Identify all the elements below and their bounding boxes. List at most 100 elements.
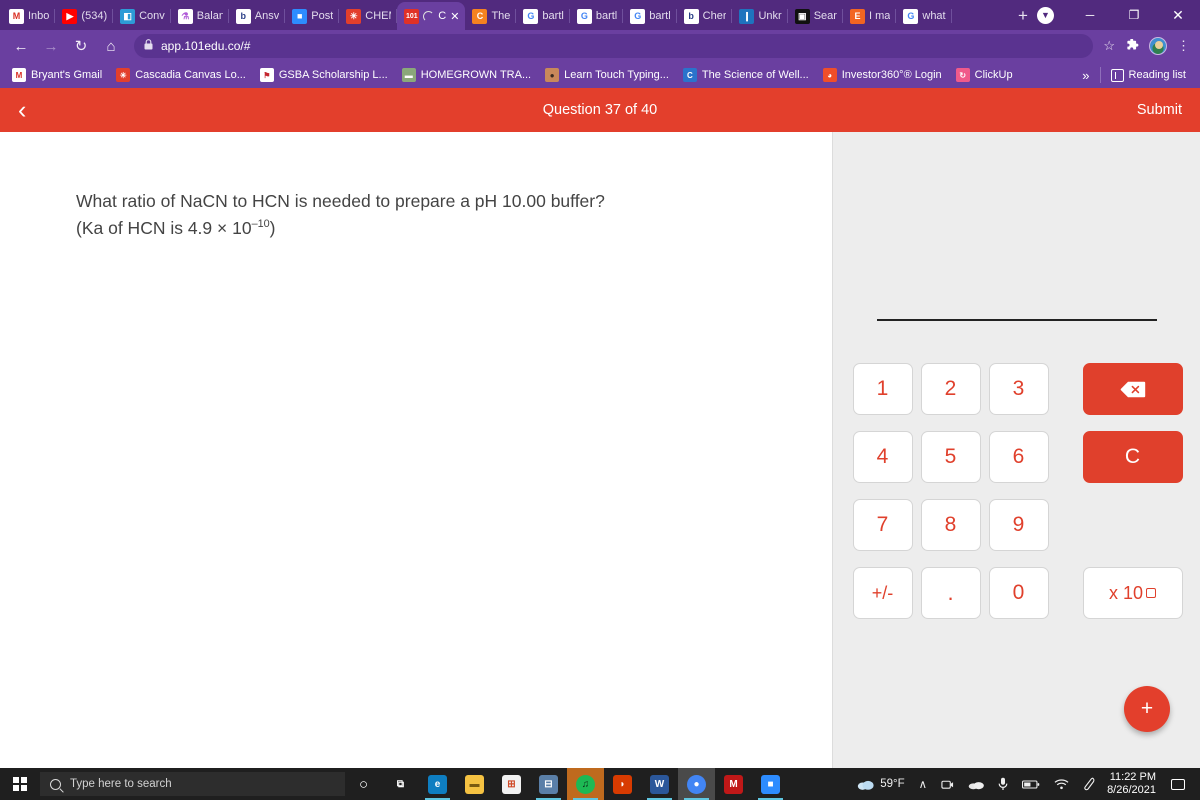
scientific-notation-button[interactable]: x 10	[1082, 567, 1183, 619]
new-tab-button[interactable]: +	[1009, 2, 1037, 30]
browser-tab[interactable]: Gbartl	[570, 2, 624, 30]
bookmark-item[interactable]: ◕ Investor360°® Login	[817, 66, 948, 84]
bookmark-item[interactable]: ▬ HOMEGROWN TRA...	[396, 66, 537, 84]
maximize-button[interactable]: ❐	[1112, 0, 1156, 30]
browser-tab[interactable]: Gbartl	[516, 2, 570, 30]
chrome-browser-window: MInbo▶(534)◧Conv⚗BalanbAnsv■Post✳CHEM101…	[0, 0, 1200, 768]
key-decimal[interactable]: .	[920, 567, 981, 619]
key-3[interactable]: 3	[988, 363, 1049, 415]
browser-tab[interactable]: ⚗ Balan	[171, 2, 229, 30]
clock-time: 11:22 PM	[1109, 770, 1156, 783]
bookmarks-overflow-button[interactable]: »	[1074, 66, 1097, 85]
bookmark-star-icon[interactable]: ☆	[1103, 38, 1115, 54]
add-floating-action-button[interactable]: +	[1124, 686, 1170, 732]
taskbar-app-chrome[interactable]: ●	[678, 768, 715, 800]
taskbar-clock[interactable]: 11:22 PM 8/26/2021	[1103, 771, 1164, 798]
chrome-menu-icon[interactable]: ⋮	[1177, 38, 1190, 54]
key-2[interactable]: 2	[920, 363, 981, 415]
profile-avatar[interactable]	[1149, 37, 1167, 55]
tab-title: C	[438, 10, 447, 22]
flask-icon: ⚗	[177, 8, 193, 24]
browser-tab-active[interactable]: 101 C ✕	[397, 2, 466, 30]
bookmark-item[interactable]: M Bryant's Gmail	[6, 66, 108, 84]
taskbar-app-edge[interactable]: e	[419, 768, 456, 800]
key-1[interactable]: 1	[852, 363, 913, 415]
browser-tab[interactable]: Gbartl	[623, 2, 677, 30]
pen-tray-icon[interactable]	[1076, 768, 1103, 800]
forward-icon[interactable]: →	[38, 33, 64, 59]
clickup-icon: ↻	[955, 68, 970, 82]
tab-title: I ma	[868, 10, 891, 22]
cortana-button[interactable]: ○	[345, 768, 382, 800]
taskbar-app-word[interactable]: W	[641, 768, 678, 800]
back-icon[interactable]: ←	[8, 33, 34, 59]
key-sign-toggle[interactable]: +/-	[852, 567, 913, 619]
browser-tab[interactable]: C The	[465, 2, 517, 30]
bookmark-item[interactable]: ⚑ GSBA Scholarship L...	[254, 66, 394, 84]
key-5[interactable]: 5	[920, 431, 981, 483]
reading-list-button[interactable]: Reading list	[1103, 67, 1194, 84]
microphone-tray-icon[interactable]	[991, 768, 1015, 800]
taskbar-app-mcafee[interactable]: M	[715, 768, 752, 800]
tab-title: Sear	[813, 10, 837, 22]
key-9[interactable]: 9	[988, 499, 1049, 551]
browser-tab[interactable]: ◧ Conv	[113, 2, 171, 30]
bookmark-item[interactable]: ↻ ClickUp	[950, 66, 1019, 84]
taskbar-app-spotify[interactable]: ♫	[567, 768, 604, 800]
key-6[interactable]: 6	[988, 431, 1049, 483]
numeric-keypad: 1 2 3 4 5 6 C 7 8 9 +/- . 0 x 10	[851, 363, 1183, 619]
taskbar-app-microsoft-store[interactable]: ⊞	[493, 768, 530, 800]
submit-button[interactable]: Submit	[1137, 102, 1182, 118]
exponent-placeholder-box	[1146, 588, 1157, 598]
key-4[interactable]: 4	[852, 431, 913, 483]
action-center-button[interactable]	[1164, 768, 1196, 800]
camera-tray-icon[interactable]	[934, 768, 961, 800]
key-0[interactable]: 0	[988, 567, 1049, 619]
tab-title: what	[922, 10, 946, 22]
start-button[interactable]	[0, 768, 40, 800]
backspace-button[interactable]	[1082, 363, 1183, 415]
address-bar[interactable]: app.101edu.co/#	[134, 34, 1094, 58]
cloud-icon	[858, 780, 874, 790]
weather-widget[interactable]: 59°F	[850, 768, 911, 800]
tab-close-icon[interactable]: ✕	[450, 10, 459, 23]
canvas-icon: ✳	[116, 68, 131, 82]
taskbar-app-file-explorer[interactable]: ▬	[456, 768, 493, 800]
browser-tab[interactable]: ▶ (534)	[55, 2, 113, 30]
browser-tab[interactable]: b Ansv	[229, 2, 286, 30]
clear-button[interactable]: C	[1082, 431, 1183, 483]
browser-tab[interactable]: M Inbo	[2, 2, 56, 30]
battery-tray-icon[interactable]	[1015, 768, 1047, 800]
bookmark-item[interactable]: C The Science of Well...	[677, 66, 815, 84]
taskbar-app-office[interactable]: ◗	[604, 768, 641, 800]
taskbar-app-task-view[interactable]: ⧉	[382, 768, 419, 800]
taskbar-app-calculator[interactable]: ⊟	[530, 768, 567, 800]
browser-tab[interactable]: ✳CHEM	[339, 2, 398, 30]
browser-tab[interactable]: ■ Post	[285, 2, 340, 30]
browser-tab[interactable]: ❙ Unkr	[732, 2, 788, 30]
browser-tab[interactable]: EI ma	[843, 2, 897, 30]
extensions-puzzle-icon[interactable]	[1125, 39, 1139, 53]
notification-icon	[1171, 778, 1185, 790]
key-7[interactable]: 7	[852, 499, 913, 551]
chrome-update-badge-icon[interactable]: ▼	[1037, 6, 1054, 24]
browser-tab[interactable]: b Cher	[677, 2, 733, 30]
reload-icon[interactable]: ↻	[68, 33, 94, 59]
browser-tab[interactable]: Gwhat	[896, 2, 952, 30]
back-button[interactable]: ‹	[18, 97, 26, 123]
bookmark-item[interactable]: ● Learn Touch Typing...	[539, 66, 675, 84]
home-icon[interactable]: ⌂	[98, 33, 124, 59]
answer-input[interactable]	[876, 319, 1157, 321]
spotify-icon: ♫	[576, 774, 595, 794]
bookmark-item[interactable]: ✳ Cascadia Canvas Lo...	[110, 66, 252, 84]
show-hidden-icons-button[interactable]: ∧	[912, 768, 934, 800]
key-8[interactable]: 8	[920, 499, 981, 551]
taskbar-search-box[interactable]: Type here to search	[40, 772, 345, 796]
browser-tab[interactable]: ▣ Sear	[788, 2, 843, 30]
taskbar-app-zoom[interactable]: ■	[752, 768, 789, 800]
minimize-button[interactable]: ─	[1068, 0, 1112, 30]
page-viewport: ‹ Question 37 of 40 Submit What ratio of…	[0, 88, 1200, 768]
wifi-tray-icon[interactable]	[1047, 768, 1076, 800]
onedrive-tray-icon[interactable]	[961, 768, 991, 800]
close-window-button[interactable]: ✕	[1156, 0, 1200, 30]
